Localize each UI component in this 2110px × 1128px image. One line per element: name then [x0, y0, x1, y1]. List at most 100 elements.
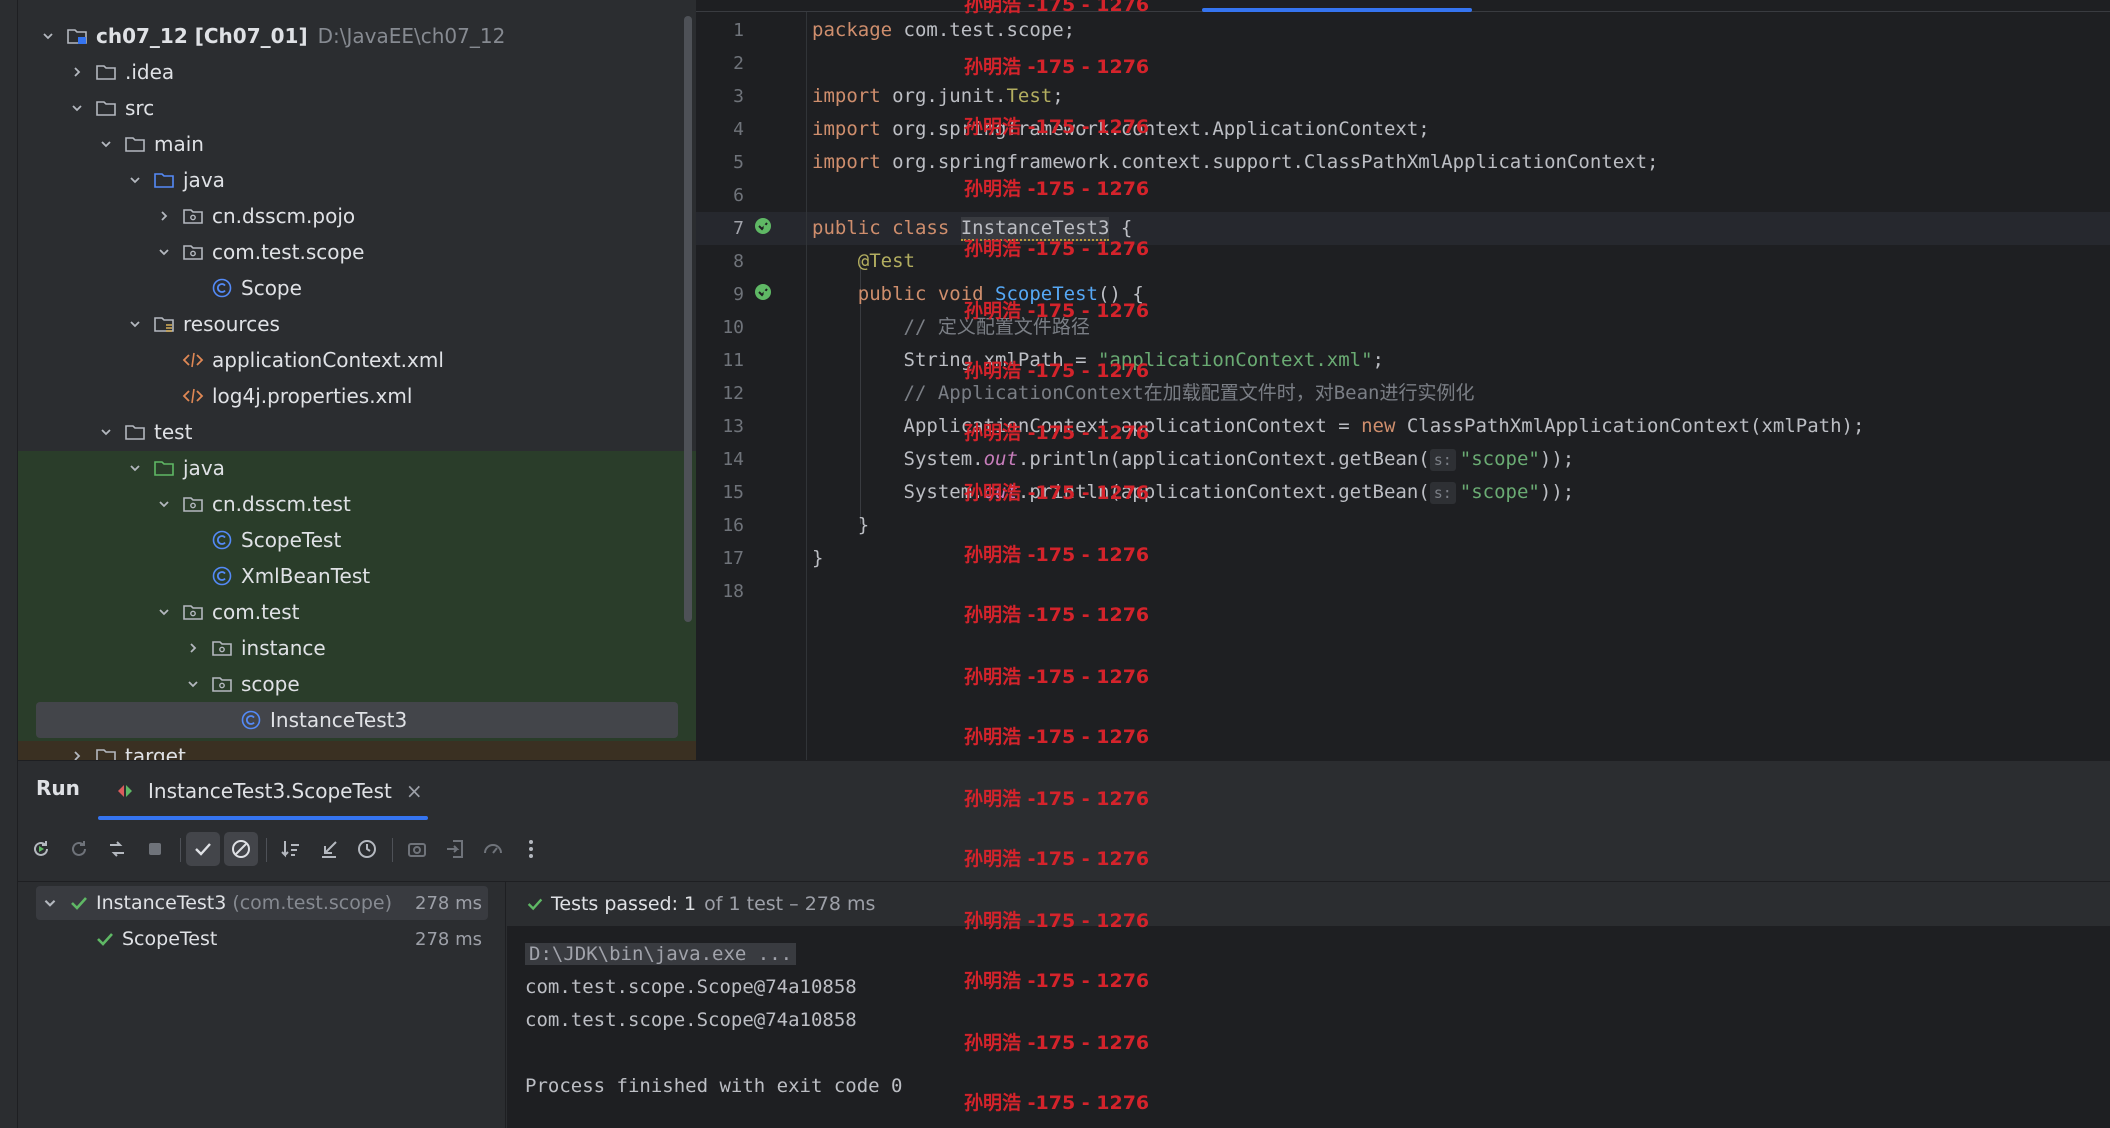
tree-item[interactable]: target: [69, 738, 186, 760]
tree-item[interactable]: main: [98, 126, 204, 162]
line-number[interactable]: 14: [696, 443, 744, 476]
line-number[interactable]: 8: [696, 245, 744, 278]
code-line[interactable]: @Test: [812, 245, 915, 278]
left-tool-strip: [0, 0, 18, 1128]
tree-item[interactable]: java: [127, 450, 225, 486]
chevron-right-icon[interactable]: [185, 640, 201, 656]
line-number[interactable]: 3: [696, 80, 744, 113]
line-number[interactable]: 1: [696, 14, 744, 47]
line-number[interactable]: 17: [696, 542, 744, 575]
test-result-row[interactable]: ScopeTest 278 ms: [36, 922, 488, 956]
run-panel-title[interactable]: Run: [36, 776, 80, 800]
tree-item[interactable]: .idea: [69, 54, 174, 90]
chevron-down-icon[interactable]: [98, 424, 114, 440]
code-line[interactable]: package com.test.scope;: [812, 14, 1075, 47]
tree-item[interactable]: ch07_12 [Ch07_01] D:\JavaEE\ch07_12: [40, 18, 505, 54]
stop-icon[interactable]: [138, 832, 172, 866]
chevron-right-icon[interactable]: [69, 64, 85, 80]
chevron-down-icon[interactable]: [98, 136, 114, 152]
show-passed-icon[interactable]: [186, 832, 220, 866]
tree-scrollbar[interactable]: [684, 16, 692, 622]
chevron-down-icon[interactable]: [156, 244, 172, 260]
line-number[interactable]: 9: [696, 278, 744, 311]
tree-item[interactable]: test: [98, 414, 192, 450]
rerun-failed-icon[interactable]: [62, 832, 96, 866]
code-editor[interactable]: 1 2 3 4 5 6 7 8 9 10 11 12 13 14 15 16 17 18 package com.…: [696, 0, 2110, 760]
console-output[interactable]: Tests passed: 1 of 1 test – 278 ms D:\JD…: [507, 882, 2110, 1128]
line-number[interactable]: 6: [696, 179, 744, 212]
chevron-down-icon[interactable]: [40, 28, 56, 44]
code-line[interactable]: import org.springframework.context.suppo…: [812, 146, 1659, 179]
chevron-down-icon[interactable]: [42, 895, 58, 911]
toggle-auto-test-icon[interactable]: [100, 832, 134, 866]
chevron-down-icon[interactable]: [185, 676, 201, 692]
history-icon[interactable]: [350, 832, 384, 866]
tree-item[interactable]: resources: [127, 306, 280, 342]
run-tab-label: InstanceTest3.ScopeTest: [148, 779, 392, 803]
tree-item-selected[interactable]: InstanceTest3: [36, 702, 678, 738]
tree-item[interactable]: cn.dsscm.pojo: [156, 198, 355, 234]
code-line[interactable]: String xmlPath = "applicationContext.xml…: [812, 344, 1384, 377]
code-line[interactable]: ApplicationContext applicationContext = …: [812, 410, 1865, 443]
chevron-down-icon[interactable]: [156, 604, 172, 620]
chevron-down-icon[interactable]: [127, 316, 143, 332]
run-test-icon[interactable]: [753, 282, 777, 306]
code-line[interactable]: // ApplicationContext在加载配置文件时，对Bean进行实例化: [812, 377, 1475, 410]
tree-item[interactable]: java: [127, 162, 225, 198]
show-ignored-icon[interactable]: [224, 832, 258, 866]
line-number[interactable]: 16: [696, 509, 744, 542]
line-number[interactable]: 2: [696, 47, 744, 80]
tree-item[interactable]: applicationContext.xml: [156, 342, 444, 378]
screenshot-icon[interactable]: [400, 832, 434, 866]
tree-item[interactable]: XmlBeanTest: [185, 558, 370, 594]
tree-item[interactable]: log4j.properties.xml: [156, 378, 412, 414]
run-config-tab[interactable]: InstanceTest3.ScopeTest ×: [114, 768, 423, 814]
tree-item[interactable]: com.test: [156, 594, 299, 630]
code-line[interactable]: }: [812, 509, 869, 542]
tree-item[interactable]: scope: [185, 666, 300, 702]
coverage-icon[interactable]: [476, 832, 510, 866]
tree-item[interactable]: instance: [185, 630, 326, 666]
code-line[interactable]: public void ScopeTest() {: [812, 278, 1144, 311]
line-number[interactable]: 15: [696, 476, 744, 509]
tree-item[interactable]: Scope: [185, 270, 302, 306]
test-result-row[interactable]: InstanceTest3 (com.test.scope) 278 ms: [36, 886, 488, 920]
line-number[interactable]: 12: [696, 377, 744, 410]
collapse-icon[interactable]: [312, 832, 346, 866]
line-number[interactable]: 11: [696, 344, 744, 377]
close-tab-icon[interactable]: ×: [406, 779, 423, 803]
code-line[interactable]: public class InstanceTest3 {: [812, 212, 1132, 245]
run-test-icon[interactable]: [753, 216, 777, 240]
line-number[interactable]: 5: [696, 146, 744, 179]
line-number[interactable]: 7: [696, 212, 744, 245]
code-line[interactable]: }: [812, 542, 823, 575]
line-number[interactable]: 4: [696, 113, 744, 146]
tree-item[interactable]: src: [69, 90, 154, 126]
code-line[interactable]: import org.junit.Test;: [812, 80, 1064, 113]
code-line[interactable]: System.out.println(applicationContext.ge…: [812, 476, 1574, 509]
tree-item[interactable]: ScopeTest: [185, 522, 341, 558]
tree-item-label: ScopeTest: [241, 528, 342, 552]
line-number[interactable]: 18: [696, 575, 744, 608]
code-line[interactable]: System.out.println(applicationContext.ge…: [812, 443, 1574, 476]
line-number[interactable]: 10: [696, 311, 744, 344]
line-number[interactable]: 13: [696, 410, 744, 443]
import-icon[interactable]: [438, 832, 472, 866]
test-folder-icon: [153, 457, 175, 479]
code-line[interactable]: import org.springframework.context.Appli…: [812, 113, 1430, 146]
editor-gutter[interactable]: 1 2 3 4 5 6 7 8 9 10 11 12 13 14 15 16 17 18: [696, 12, 808, 760]
tree-item[interactable]: com.test.scope: [156, 234, 365, 270]
chevron-down-icon[interactable]: [127, 172, 143, 188]
chevron-down-icon[interactable]: [69, 100, 85, 116]
more-icon[interactable]: [514, 832, 548, 866]
sort-icon[interactable]: [274, 832, 308, 866]
java-command[interactable]: D:\JDK\bin\java.exe ...: [525, 943, 797, 965]
chevron-down-icon[interactable]: [127, 460, 143, 476]
chevron-down-icon[interactable]: [156, 496, 172, 512]
code-line[interactable]: // 定义配置文件路径: [812, 311, 1090, 344]
rerun-icon[interactable]: [24, 832, 58, 866]
chevron-right-icon[interactable]: [69, 748, 85, 760]
tree-item[interactable]: cn.dsscm.test: [156, 486, 351, 522]
tree-item-label: test: [154, 420, 193, 444]
chevron-right-icon[interactable]: [156, 208, 172, 224]
